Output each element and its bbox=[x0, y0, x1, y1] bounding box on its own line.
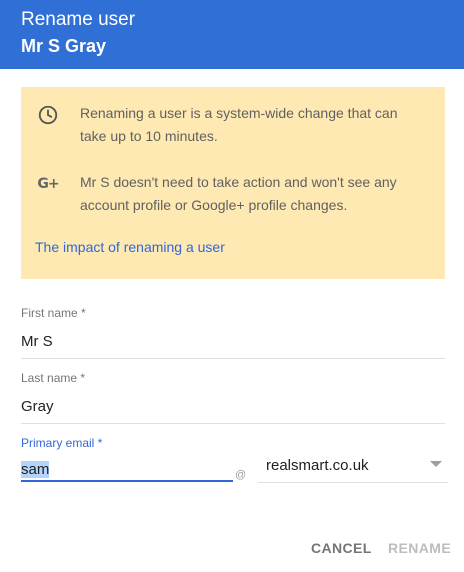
last-name-field[interactable]: Last name * Gray bbox=[21, 371, 445, 424]
dropdown-arrow-icon bbox=[430, 461, 442, 467]
notice-item-propagation: Renaming a user is a system-wide change … bbox=[35, 102, 420, 148]
google-plus-icon: G+ bbox=[37, 176, 59, 192]
first-name-label: First name * bbox=[21, 306, 86, 320]
last-name-label: Last name * bbox=[21, 371, 86, 385]
primary-email-label: Primary email * bbox=[21, 436, 103, 450]
cancel-button[interactable]: CANCEL bbox=[311, 540, 372, 556]
field-underline bbox=[21, 358, 445, 359]
notice-text: Renaming a user is a system-wide change … bbox=[80, 105, 398, 144]
at-symbol: @ bbox=[235, 469, 247, 481]
field-underline bbox=[21, 423, 445, 424]
domain-select[interactable]: realsmart.co.uk bbox=[258, 452, 448, 483]
rename-button[interactable]: RENAME bbox=[388, 540, 451, 556]
info-notice: Renaming a user is a system-wide change … bbox=[21, 87, 445, 279]
notice-text: Mr S doesn't need to take action and won… bbox=[80, 174, 397, 213]
dialog-title: Rename user bbox=[21, 9, 136, 30]
domain-value: realsmart.co.uk bbox=[266, 457, 369, 474]
first-name-input[interactable]: Mr S bbox=[21, 332, 445, 352]
dialog-header: Rename user Mr S Gray bbox=[0, 0, 464, 69]
clock-icon bbox=[35, 102, 61, 128]
last-name-input[interactable]: Gray bbox=[21, 397, 445, 417]
notice-item-no-action: G+ Mr S doesn't need to take action and … bbox=[35, 171, 420, 217]
first-name-field[interactable]: First name * Mr S bbox=[21, 306, 445, 359]
primary-email-input[interactable] bbox=[21, 458, 233, 482]
impact-of-renaming-link[interactable]: The impact of renaming a user bbox=[35, 239, 225, 255]
dialog-subtitle: Mr S Gray bbox=[21, 36, 107, 56]
